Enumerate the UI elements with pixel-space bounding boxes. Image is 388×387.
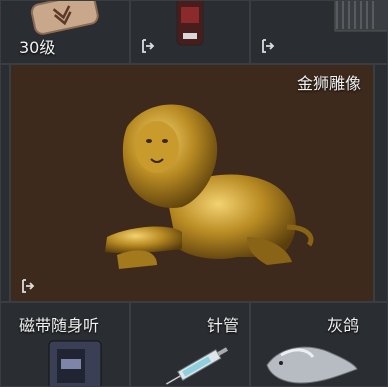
exit-icon[interactable]: [141, 39, 155, 53]
bottle-icon: [176, 1, 204, 46]
syringe-icon: [165, 347, 228, 385]
exit-icon[interactable]: [21, 279, 35, 293]
item-name: 针管: [206, 316, 239, 335]
inventory-slot-top-3[interactable]: [250, 0, 388, 64]
grey-pigeon-icon: [266, 346, 358, 384]
golden-lion-statue: [105, 104, 314, 269]
inventory-slot-bottom-3[interactable]: 灰鸽: [250, 302, 388, 387]
side-slot-left: [0, 64, 10, 302]
item-name: 灰鸽: [326, 316, 359, 335]
inventory-slot-top-1[interactable]: 30级: [0, 0, 130, 64]
inventory-slot-top-2[interactable]: [130, 0, 250, 64]
badge-icon: [30, 1, 99, 35]
cassette-player-icon: [48, 340, 102, 386]
item-name: 磁带随身听: [19, 316, 100, 335]
inventory-slot-bottom-1[interactable]: 磁带随身听: [0, 302, 130, 387]
unknown-item: [334, 1, 387, 32]
item-level-label: 30级: [19, 38, 56, 57]
exit-icon[interactable]: [261, 39, 275, 53]
inventory-slot-bottom-2[interactable]: 针管: [130, 302, 250, 387]
inventory-slot-featured[interactable]: 金狮雕像: [10, 64, 374, 302]
side-slot-right: [374, 64, 388, 302]
